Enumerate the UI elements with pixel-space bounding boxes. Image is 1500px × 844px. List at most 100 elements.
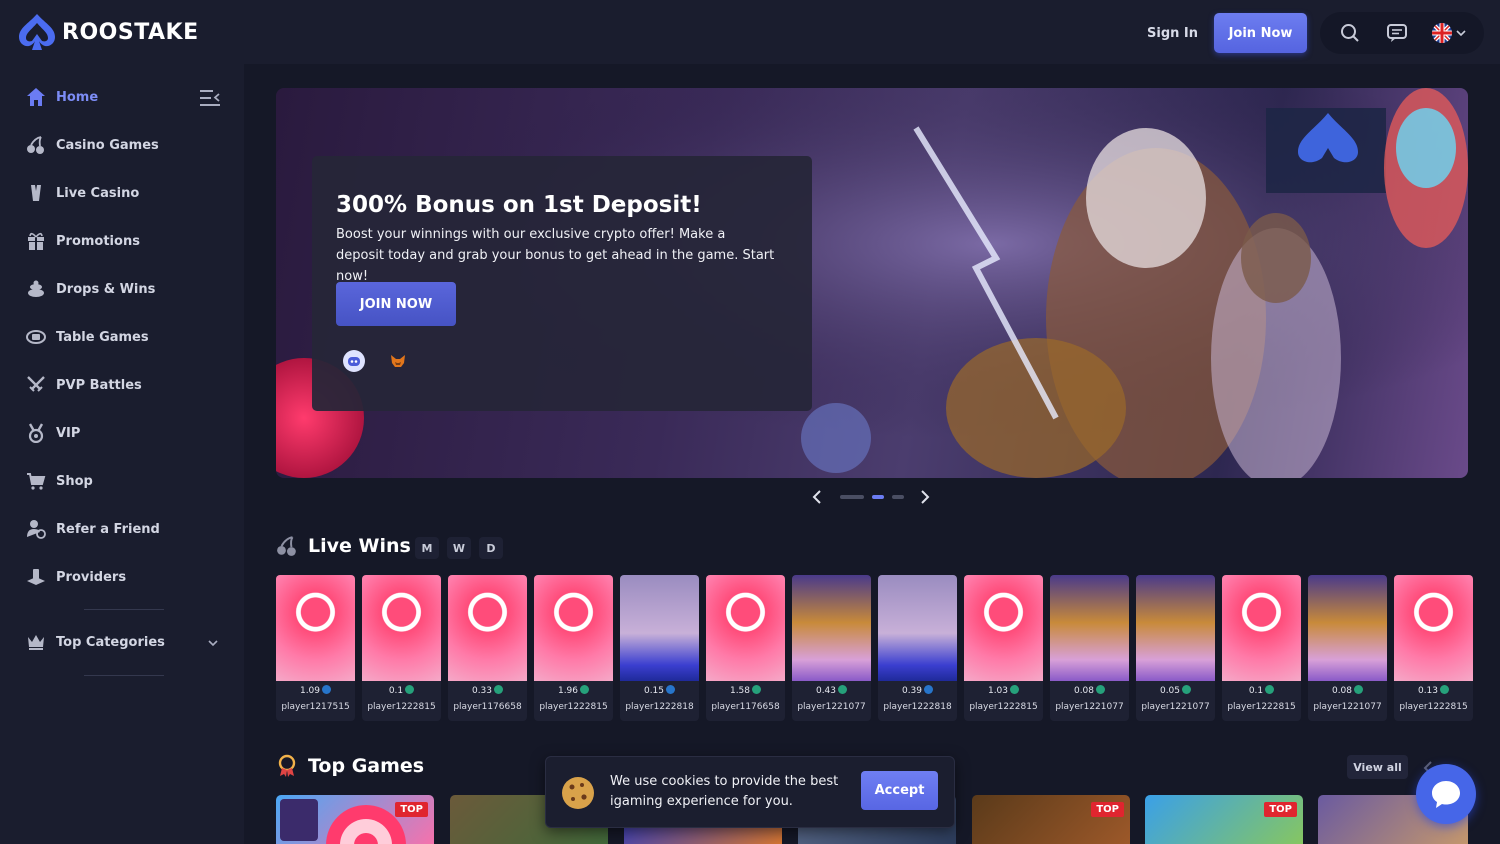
- win-username: player1222815: [969, 702, 1038, 712]
- view-all-button[interactable]: View all: [1347, 755, 1408, 779]
- sidebar-item-casino-games[interactable]: Casino Games: [26, 135, 159, 155]
- top-tag: TOP: [1264, 802, 1297, 817]
- game-thumbnail: [448, 575, 527, 681]
- live-chat-button[interactable]: [1416, 764, 1476, 824]
- game-card[interactable]: TOP: [276, 795, 434, 844]
- cherries-icon: [26, 135, 46, 155]
- collapse-sidebar-icon[interactable]: [200, 89, 220, 107]
- filter-week[interactable]: W: [447, 537, 471, 559]
- win-username: player1222815: [367, 702, 436, 712]
- game-thumbnail: [534, 575, 613, 681]
- sidebar-item-pvp-battles[interactable]: PVP Battles: [26, 375, 142, 395]
- top-header: ROOSTAKE Sign In Join Now: [0, 0, 1500, 64]
- usdt-coin-icon: [752, 685, 762, 694]
- live-win-card[interactable]: 1.09 player1217515: [276, 575, 355, 721]
- win-amount-row: 0.1: [362, 685, 441, 696]
- sidebar-item-top-categories[interactable]: Top Categories: [26, 632, 165, 652]
- sidebar-item-drops-wins[interactable]: Drops & Wins: [26, 279, 155, 299]
- live-win-card[interactable]: 0.39 player1222818: [878, 575, 957, 721]
- usdt-coin-icon: [405, 685, 415, 694]
- live-win-card[interactable]: 0.43 player1221077: [792, 575, 871, 721]
- cherries-icon: [277, 536, 296, 556]
- win-amount: 0.08: [1331, 686, 1353, 696]
- sidebar-item-shop[interactable]: Shop: [26, 471, 93, 491]
- win-amount-row: 0.08: [1308, 685, 1387, 696]
- metamask-fox-icon[interactable]: [387, 350, 409, 372]
- chevron-down-icon[interactable]: [208, 639, 218, 647]
- win-amount: 0.39: [901, 686, 923, 696]
- logo[interactable]: ROOSTAKE: [16, 12, 199, 52]
- win-amount-row: 0.33: [448, 685, 527, 696]
- sidebar-item-promotions[interactable]: Promotions: [26, 231, 140, 251]
- win-username: player1217515: [281, 702, 350, 712]
- sidebar-item-label: Live Casino: [56, 185, 140, 201]
- chevron-left-icon[interactable]: [812, 490, 822, 504]
- promo-card: 300% Bonus on 1st Deposit! Boost your wi…: [312, 156, 812, 411]
- sign-in-link[interactable]: Sign In: [1147, 26, 1198, 41]
- win-username: player1222818: [883, 702, 952, 712]
- search-icon[interactable]: [1338, 21, 1362, 45]
- sidebar-item-home[interactable]: Home: [26, 87, 98, 107]
- game-thumbnail: [362, 575, 441, 681]
- live-win-card[interactable]: 0.08 player1221077: [1308, 575, 1387, 721]
- sidebar-item-providers[interactable]: Providers: [26, 567, 126, 587]
- usdc-coin-icon: [924, 685, 934, 694]
- filter-day[interactable]: D: [479, 537, 503, 559]
- win-username: player1221077: [1055, 702, 1124, 712]
- section-title: Live Wins: [308, 535, 411, 557]
- live-win-card[interactable]: 0.15 player1222818: [620, 575, 699, 721]
- section-title: Top Games: [308, 755, 425, 777]
- win-amount: 0.43: [815, 686, 837, 696]
- providers-icon: [26, 567, 46, 587]
- promo-join-now-button[interactable]: JOIN NOW: [336, 282, 456, 326]
- carousel-dot[interactable]: [840, 495, 864, 499]
- win-username: player1222815: [539, 702, 608, 712]
- live-win-card[interactable]: 0.13 player1222815: [1394, 575, 1473, 721]
- win-amount: 1.58: [729, 686, 751, 696]
- game-card[interactable]: TOP: [972, 795, 1130, 844]
- header-icon-bar: [1320, 12, 1484, 54]
- sidebar-item-label: Top Categories: [56, 634, 165, 650]
- usdt-coin-icon: [1354, 685, 1364, 694]
- cart-icon: [26, 471, 46, 491]
- sidebar-item-table-games[interactable]: Table Games: [26, 327, 149, 347]
- sidebar-item-label: Casino Games: [56, 137, 159, 153]
- sidebar-item-label: Refer a Friend: [56, 521, 160, 537]
- live-win-card[interactable]: 0.1 player1222815: [362, 575, 441, 721]
- win-amount: 0.08: [1073, 686, 1095, 696]
- join-now-button[interactable]: Join Now: [1214, 13, 1307, 53]
- filter-month[interactable]: M: [415, 537, 439, 559]
- win-username: player1222818: [625, 702, 694, 712]
- table-games-icon: [26, 327, 46, 347]
- sidebar-item-label: VIP: [56, 425, 81, 441]
- sidebar-item-vip[interactable]: VIP: [26, 423, 80, 443]
- win-amount: 0.1: [388, 686, 404, 696]
- live-wins-list: 1.09 player1217515 0.1 player1222815 0.33 pla…: [276, 575, 1473, 721]
- top-tag: TOP: [395, 802, 428, 817]
- chat-icon[interactable]: [1385, 21, 1409, 45]
- win-amount: 0.13: [1417, 686, 1439, 696]
- bot-icon[interactable]: [343, 350, 365, 372]
- usdt-coin-icon: [1182, 685, 1192, 694]
- sidebar: Home Casino Games Live Casino Promotions…: [0, 64, 244, 844]
- live-win-card[interactable]: 0.05 player1221077: [1136, 575, 1215, 721]
- live-win-card[interactable]: 1.03 player1222815: [964, 575, 1043, 721]
- win-amount-row: 0.15: [620, 685, 699, 696]
- chevron-right-icon[interactable]: [920, 490, 930, 504]
- live-win-card[interactable]: 1.58 player1176658: [706, 575, 785, 721]
- carousel-nav: [812, 488, 932, 506]
- live-win-card[interactable]: 0.08 player1221077: [1050, 575, 1129, 721]
- live-win-card[interactable]: 0.33 player1176658: [448, 575, 527, 721]
- accept-cookies-button[interactable]: Accept: [861, 771, 938, 810]
- carousel-dot[interactable]: [892, 495, 904, 499]
- game-card[interactable]: TOP: [1145, 795, 1303, 844]
- usdt-coin-icon: [580, 685, 590, 694]
- win-amount-row: 1.03: [964, 685, 1043, 696]
- win-amount: 0.33: [471, 686, 493, 696]
- carousel-dot-active[interactable]: [872, 495, 884, 499]
- sidebar-item-live-casino[interactable]: Live Casino: [26, 183, 139, 203]
- sidebar-item-refer-a-friend[interactable]: Refer a Friend: [26, 519, 160, 539]
- live-win-card[interactable]: 1.96 player1222815: [534, 575, 613, 721]
- live-win-card[interactable]: 0.1 player1222815: [1222, 575, 1301, 721]
- language-selector[interactable]: [1432, 23, 1466, 43]
